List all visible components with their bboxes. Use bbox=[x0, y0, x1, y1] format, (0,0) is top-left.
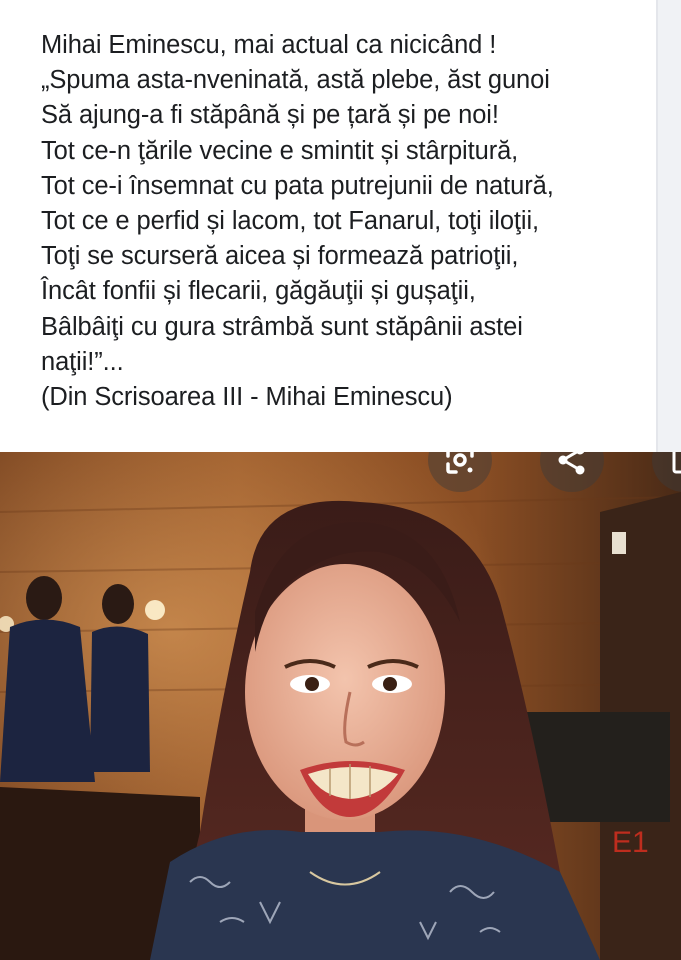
post-text-line: Tot ce-n ţările vecine e smintit și stâr… bbox=[41, 136, 519, 165]
post-photo[interactable]: E1 bbox=[0, 452, 681, 960]
post-text-line: Să ajung-a fi stăpână și pe țară și pe n… bbox=[41, 101, 499, 130]
more-icon bbox=[672, 452, 681, 474]
post-text-line: Mihai Eminescu, mai actual ca nicicând ! bbox=[41, 31, 497, 59]
post-text-line: Încât fonfii și flecarii, găgăuţii și gu… bbox=[41, 277, 476, 306]
post-text-line: (Din Scrisoarea III - Mihai Eminescu) bbox=[41, 383, 453, 412]
post-text-line: Tot ce-i însemnat cu pata putrejunii de … bbox=[41, 171, 554, 200]
google-lens-icon bbox=[446, 452, 474, 474]
post: Mihai Eminescu, mai actual ca nicicând !… bbox=[0, 0, 681, 960]
svg-text:E1: E1 bbox=[612, 826, 649, 859]
photo-illustration: E1 bbox=[0, 452, 681, 960]
post-text-card: Mihai Eminescu, mai actual ca nicicând !… bbox=[0, 0, 658, 452]
post-text-line: Tot ce e perfid și lacom, tot Fanarul, t… bbox=[41, 207, 540, 236]
post-text-line: Toţi se scurseră aicea și formează patri… bbox=[41, 242, 519, 271]
post-text: Mihai Eminescu, mai actual ca nicicând !… bbox=[41, 28, 651, 415]
post-text-line: naţii!”... bbox=[41, 347, 124, 376]
post-text-line: „Spuma asta-nveninată, astă plebe, ăst g… bbox=[41, 66, 550, 95]
share-icon bbox=[558, 452, 585, 475]
post-text-line: Bâlbâiţi cu gura strâmbă sunt stăpânii a… bbox=[41, 312, 523, 341]
